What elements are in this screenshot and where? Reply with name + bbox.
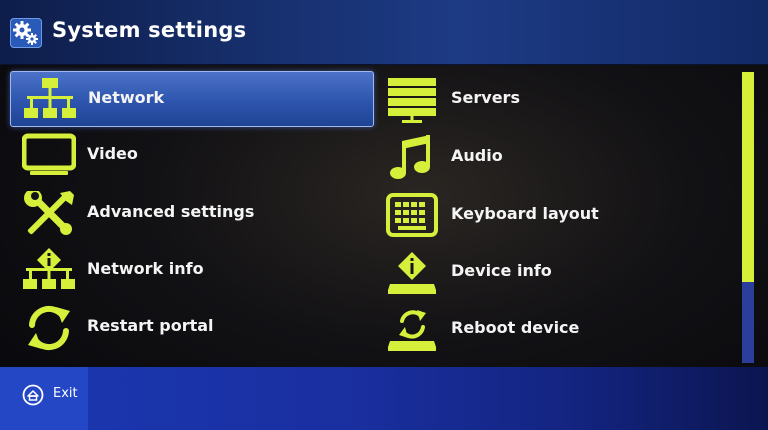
keyboard-icon xyxy=(386,193,440,239)
page-title: System settings xyxy=(52,18,247,42)
tools-icon xyxy=(22,189,76,237)
exit-label: Exit xyxy=(53,386,78,401)
network-icon xyxy=(23,77,77,123)
device-info-icon xyxy=(386,250,440,296)
menu-item-label: Audio xyxy=(451,146,503,165)
refresh-icon xyxy=(22,305,76,351)
title-bar: System settings xyxy=(0,0,768,65)
menu-item-label: Keyboard layout xyxy=(451,204,599,223)
menu-item-network[interactable]: Network xyxy=(10,71,374,127)
menu-item-reboot-device[interactable]: Reboot device xyxy=(374,302,736,356)
music-note-icon xyxy=(386,135,440,181)
monitor-icon xyxy=(21,133,77,179)
menu-item-servers[interactable]: Servers xyxy=(374,72,736,126)
menu-item-label: Restart portal xyxy=(87,316,214,335)
scrollbar-thumb[interactable] xyxy=(742,72,754,282)
menu-item-device-info[interactable]: Device info xyxy=(374,245,736,299)
menu-item-keyboard-layout[interactable]: Keyboard layout xyxy=(374,188,736,242)
menu-item-audio[interactable]: Audio xyxy=(374,130,736,184)
reboot-device-icon xyxy=(386,307,440,353)
network-info-icon xyxy=(22,248,76,294)
footer-bar: Exit xyxy=(0,367,768,430)
gears-icon xyxy=(10,18,42,48)
menu-item-label: Video xyxy=(87,144,138,163)
menu-item-label: Network info xyxy=(87,259,204,278)
menu-item-network-info[interactable]: Network info xyxy=(10,243,372,297)
menu-item-restart-portal[interactable]: Restart portal xyxy=(10,300,372,354)
exit-button[interactable]: Exit xyxy=(0,367,88,430)
menu-item-label: Network xyxy=(88,88,165,107)
exit-icon xyxy=(22,384,44,406)
scrollbar-track[interactable] xyxy=(742,72,754,363)
server-icon xyxy=(386,77,440,123)
menu-item-video[interactable]: Video xyxy=(10,128,372,182)
menu-item-label: Device info xyxy=(451,261,552,280)
menu-item-label: Servers xyxy=(451,88,520,107)
menu-item-advanced-settings[interactable]: Advanced settings xyxy=(10,186,372,240)
menu-item-label: Reboot device xyxy=(451,318,580,337)
menu-item-label: Advanced settings xyxy=(87,202,255,221)
